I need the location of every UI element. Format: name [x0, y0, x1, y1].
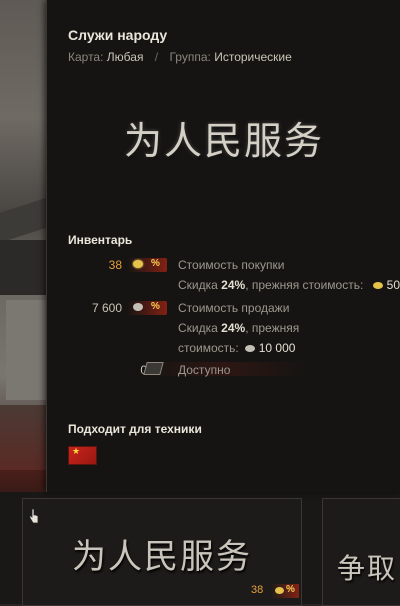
scene-shadow	[0, 240, 48, 295]
slot-price: 38 %	[251, 584, 299, 598]
slot-inscription: 争取	[337, 552, 398, 585]
buy-discount-text: Скидка 24%, прежняя стоимость: 50	[178, 278, 400, 292]
discount-suffix: , прежняя	[245, 321, 300, 335]
discount-prefix: Скидка	[178, 321, 218, 335]
discount-badge: %	[127, 258, 167, 272]
map-value: Любая	[106, 50, 144, 64]
old-price: 50	[386, 278, 400, 292]
percent-icon: %	[286, 584, 295, 595]
scene-glow	[0, 405, 48, 470]
hand-cursor-icon	[29, 508, 39, 524]
percent-icon: %	[151, 258, 160, 269]
discount-prefix: Скидка	[178, 278, 218, 292]
inventory-title: Инвентарь	[68, 233, 133, 247]
scene-concrete	[6, 300, 48, 400]
item-tooltip: Служи народу Карта: Любая / Группа: Исто…	[46, 0, 400, 492]
group-label: Группа:	[169, 50, 211, 64]
background-scene	[0, 0, 48, 470]
meta-separator: /	[154, 50, 159, 64]
discount-suffix: , прежняя стоимость:	[245, 278, 364, 292]
gold-coin-icon	[275, 587, 284, 594]
discount-badge: %	[271, 584, 299, 598]
discount-value: 24%	[221, 278, 246, 292]
sell-old-price-text: стоимость: 10 000	[178, 341, 295, 355]
available-label: Доступно	[178, 363, 231, 377]
discount-badge: %	[127, 301, 167, 315]
carousel-slot-selected[interactable]: 为人民服务 38 %	[22, 498, 302, 606]
old-price-label: стоимость:	[178, 341, 239, 355]
silver-coin-icon	[244, 345, 255, 353]
inscription-preview: 为人民服务	[123, 119, 324, 163]
gold-coin-icon	[133, 260, 143, 268]
percent-icon: %	[151, 301, 160, 312]
buy-price-amount: 38	[108, 258, 122, 272]
tooltip-meta: Карта: Любая / Группа: Исторические	[68, 50, 292, 64]
star-icon: ★	[72, 446, 81, 456]
slot-inscription: 为人民服务	[72, 537, 252, 577]
scene-wall	[0, 197, 48, 243]
discount-value: 24%	[221, 321, 246, 335]
old-price: 10 000	[258, 341, 296, 355]
group-value: Исторические	[214, 50, 292, 64]
carousel-slot[interactable]: 争取	[322, 498, 400, 606]
tooltip-title: Служи народу	[68, 27, 168, 43]
silver-coin-icon	[133, 303, 143, 311]
sell-price-amount: 7 600	[91, 301, 122, 315]
sell-discount-text: Скидка 24%, прежняя	[178, 321, 299, 335]
slot-price-amount: 38	[251, 584, 264, 596]
gold-coin-icon	[372, 282, 383, 290]
map-label: Карта:	[68, 50, 104, 64]
buy-price-label: Стоимость покупки	[178, 258, 285, 272]
vehicles-title: Подходит для техники	[68, 422, 202, 436]
available-amount: 0	[47, 363, 147, 377]
inventory-stack-icon	[143, 362, 164, 375]
sell-price-label: Стоимость продажи	[178, 301, 290, 315]
china-flag-icon: ★	[68, 446, 97, 465]
